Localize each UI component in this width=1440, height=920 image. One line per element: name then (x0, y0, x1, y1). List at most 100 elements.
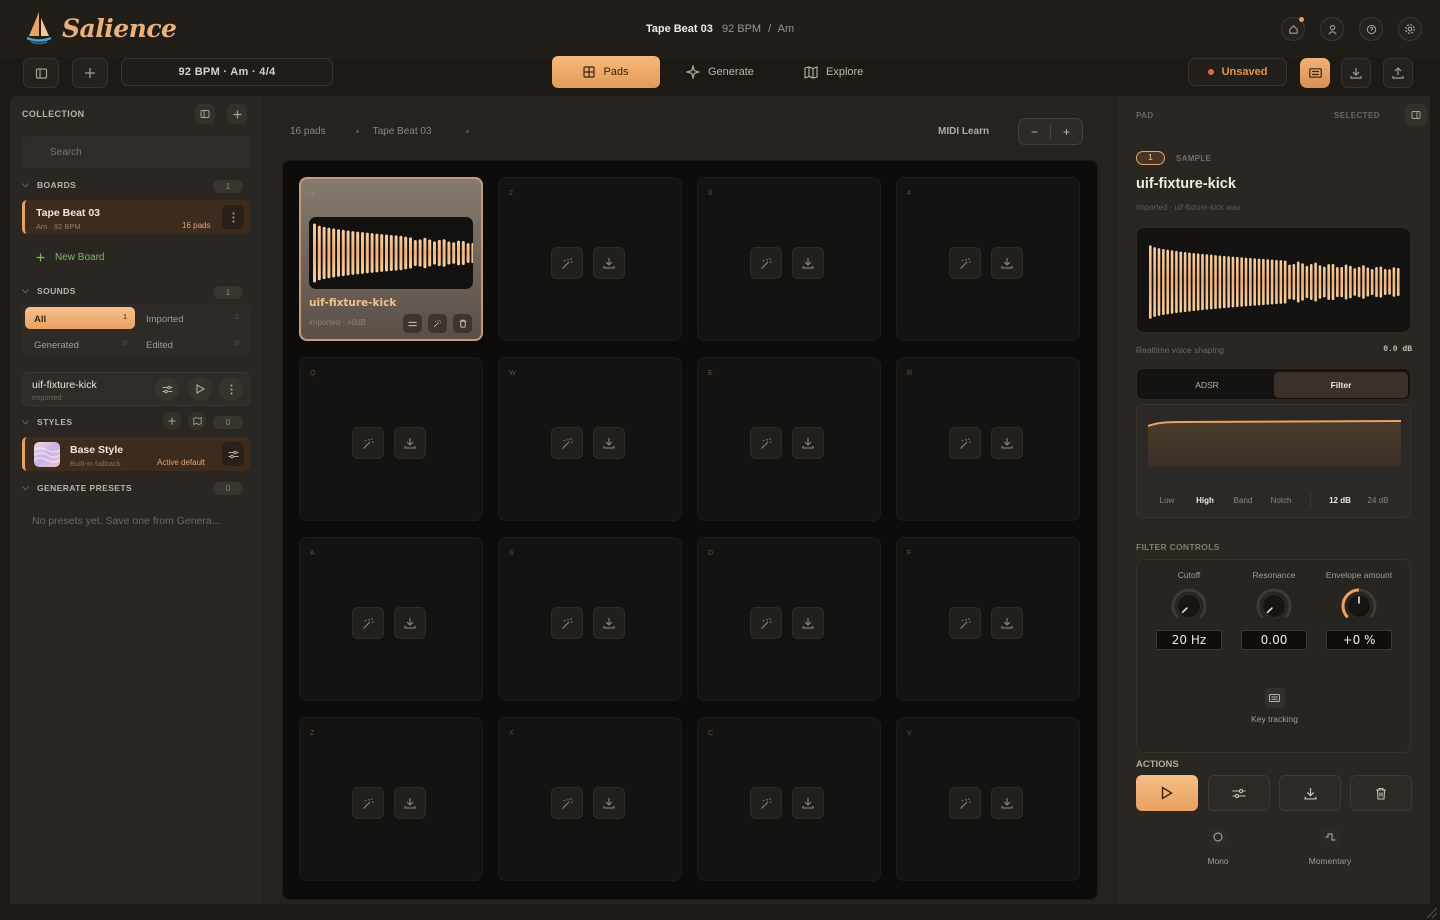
tab-pads[interactable]: Pads (552, 56, 660, 88)
download-button[interactable] (1341, 58, 1371, 88)
presets-section-header[interactable]: GENERATE PRESETS (22, 483, 132, 493)
pad-generate-button[interactable] (352, 787, 384, 819)
filter-type-high[interactable]: High (1186, 496, 1224, 505)
pad-generate-button[interactable] (949, 247, 981, 279)
pad-generate-button[interactable] (949, 787, 981, 819)
toggle-sidebar-button[interactable] (23, 58, 59, 88)
new-board-button[interactable]: New Board (36, 252, 104, 263)
pad-import-button[interactable] (593, 607, 625, 639)
sounds-section-header[interactable]: SOUNDS (22, 286, 76, 296)
tab-generate[interactable]: Generate (672, 56, 768, 88)
help-button[interactable] (1359, 17, 1383, 41)
sound-item[interactable]: uif-fixture-kick Imported (22, 372, 250, 406)
pad-2[interactable]: 2 (498, 177, 682, 341)
style-settings-button[interactable] (222, 442, 244, 466)
pad-s[interactable]: S (498, 537, 682, 701)
pad-delete-button[interactable] (453, 314, 472, 333)
filter-type-low[interactable]: Low (1148, 496, 1186, 505)
boards-section-header[interactable]: BOARDS (22, 180, 76, 190)
filter-type-notch[interactable]: Notch (1262, 496, 1300, 505)
pad-import-button[interactable] (991, 787, 1023, 819)
key-tracking-toggle[interactable]: Key tracking (1137, 688, 1412, 724)
pad-z[interactable]: Z (299, 717, 483, 881)
pad-import-button[interactable] (792, 247, 824, 279)
resonance-knob[interactable] (1254, 586, 1294, 626)
upload-button[interactable] (1383, 58, 1413, 88)
add-style-button[interactable] (163, 412, 181, 430)
pad-import-button[interactable] (792, 607, 824, 639)
pad-generate-button[interactable] (750, 247, 782, 279)
sound-menu-button[interactable] (219, 377, 243, 401)
add-button[interactable] (72, 58, 108, 88)
pad-c[interactable]: C (697, 717, 881, 881)
filter-generated[interactable]: Generated 0 (25, 333, 135, 355)
inspector-waveform[interactable] (1136, 227, 1411, 333)
tab-adsr[interactable]: ADSR (1140, 372, 1274, 398)
styles-section-header[interactable]: STYLES (22, 417, 72, 427)
filter-type-band[interactable]: Band (1224, 496, 1262, 505)
pad-import-button[interactable] (991, 607, 1023, 639)
board-menu-button[interactable] (222, 205, 244, 229)
pad-generate-button[interactable] (949, 427, 981, 459)
pad-generate-button[interactable] (428, 314, 447, 333)
pad-3[interactable]: 3 (697, 177, 881, 341)
pad-generate-button[interactable] (352, 427, 384, 459)
pad-generate-button[interactable] (551, 787, 583, 819)
filter-all[interactable]: All 1 (25, 307, 135, 329)
slope-24db[interactable]: 24 dB (1359, 496, 1397, 505)
pad-e[interactable]: E (697, 357, 881, 521)
pad-q[interactable]: Q (299, 357, 483, 521)
export-pad-button[interactable] (1279, 775, 1341, 811)
search-input[interactable] (22, 136, 250, 168)
pad-x[interactable]: X (498, 717, 682, 881)
pad-import-button[interactable] (394, 607, 426, 639)
pad-generate-button[interactable] (750, 607, 782, 639)
knob-value[interactable]: 0.00 (1241, 630, 1307, 650)
tempo-display[interactable]: 92 BPM · Am · 4/4 (121, 58, 333, 86)
cutoff-knob[interactable] (1169, 586, 1209, 626)
pad-generate-button[interactable] (750, 427, 782, 459)
slope-12db[interactable]: 12 dB (1321, 496, 1359, 505)
filter-response-graph[interactable] (1148, 417, 1401, 477)
pad-import-button[interactable] (991, 247, 1023, 279)
mono-toggle[interactable]: Mono (1178, 827, 1258, 866)
play-pad-button[interactable] (1136, 775, 1198, 811)
knob-value[interactable]: +0 % (1326, 630, 1392, 650)
explore-styles-button[interactable] (188, 412, 206, 430)
pad-d[interactable]: D (697, 537, 881, 701)
momentary-toggle[interactable]: Momentary (1290, 827, 1370, 866)
pad-f[interactable]: F (896, 537, 1080, 701)
knob-value[interactable]: 20 Hz (1156, 630, 1222, 650)
pad-generate-button[interactable] (551, 247, 583, 279)
save-status-button[interactable]: Unsaved (1188, 58, 1287, 86)
pad-generate-button[interactable] (551, 427, 583, 459)
pad-4[interactable]: 4 (896, 177, 1080, 341)
filter-imported[interactable]: Imported 1 (137, 307, 247, 329)
collapse-inspector-button[interactable] (1405, 104, 1427, 126)
pad-import-button[interactable] (991, 427, 1023, 459)
envelope-amount-knob[interactable] (1339, 586, 1379, 626)
pad-r[interactable]: R (896, 357, 1080, 521)
pad-generate-button[interactable] (750, 787, 782, 819)
resize-grip-icon[interactable] (1424, 905, 1438, 919)
pad-import-button[interactable] (593, 427, 625, 459)
pad-import-button[interactable] (593, 247, 625, 279)
pad-import-button[interactable] (394, 427, 426, 459)
pad-import-button[interactable] (394, 787, 426, 819)
keyboard-mode-button[interactable] (1300, 58, 1330, 88)
pad-edit-button[interactable] (403, 314, 422, 333)
zoom-in-button[interactable]: + (1051, 125, 1082, 139)
style-item[interactable]: Base Style Built-in fallback Active defa… (22, 437, 250, 471)
pad-generate-button[interactable] (949, 607, 981, 639)
pad-1[interactable]: 1 uif-fixture-kick imported · +0dB (299, 177, 483, 341)
delete-pad-button[interactable] (1350, 775, 1412, 811)
midi-learn-button[interactable]: MIDI Learn (938, 126, 989, 137)
board-item[interactable]: Tape Beat 03 Am · 92 BPM 16 pads (22, 200, 250, 234)
collapse-panel-button[interactable] (195, 104, 215, 124)
tab-filter[interactable]: Filter (1274, 372, 1408, 398)
edit-pad-button[interactable] (1208, 775, 1270, 811)
pad-v[interactable]: V (896, 717, 1080, 881)
pad-import-button[interactable] (792, 427, 824, 459)
pad-generate-button[interactable] (352, 607, 384, 639)
tab-explore[interactable]: Explore (790, 56, 877, 88)
